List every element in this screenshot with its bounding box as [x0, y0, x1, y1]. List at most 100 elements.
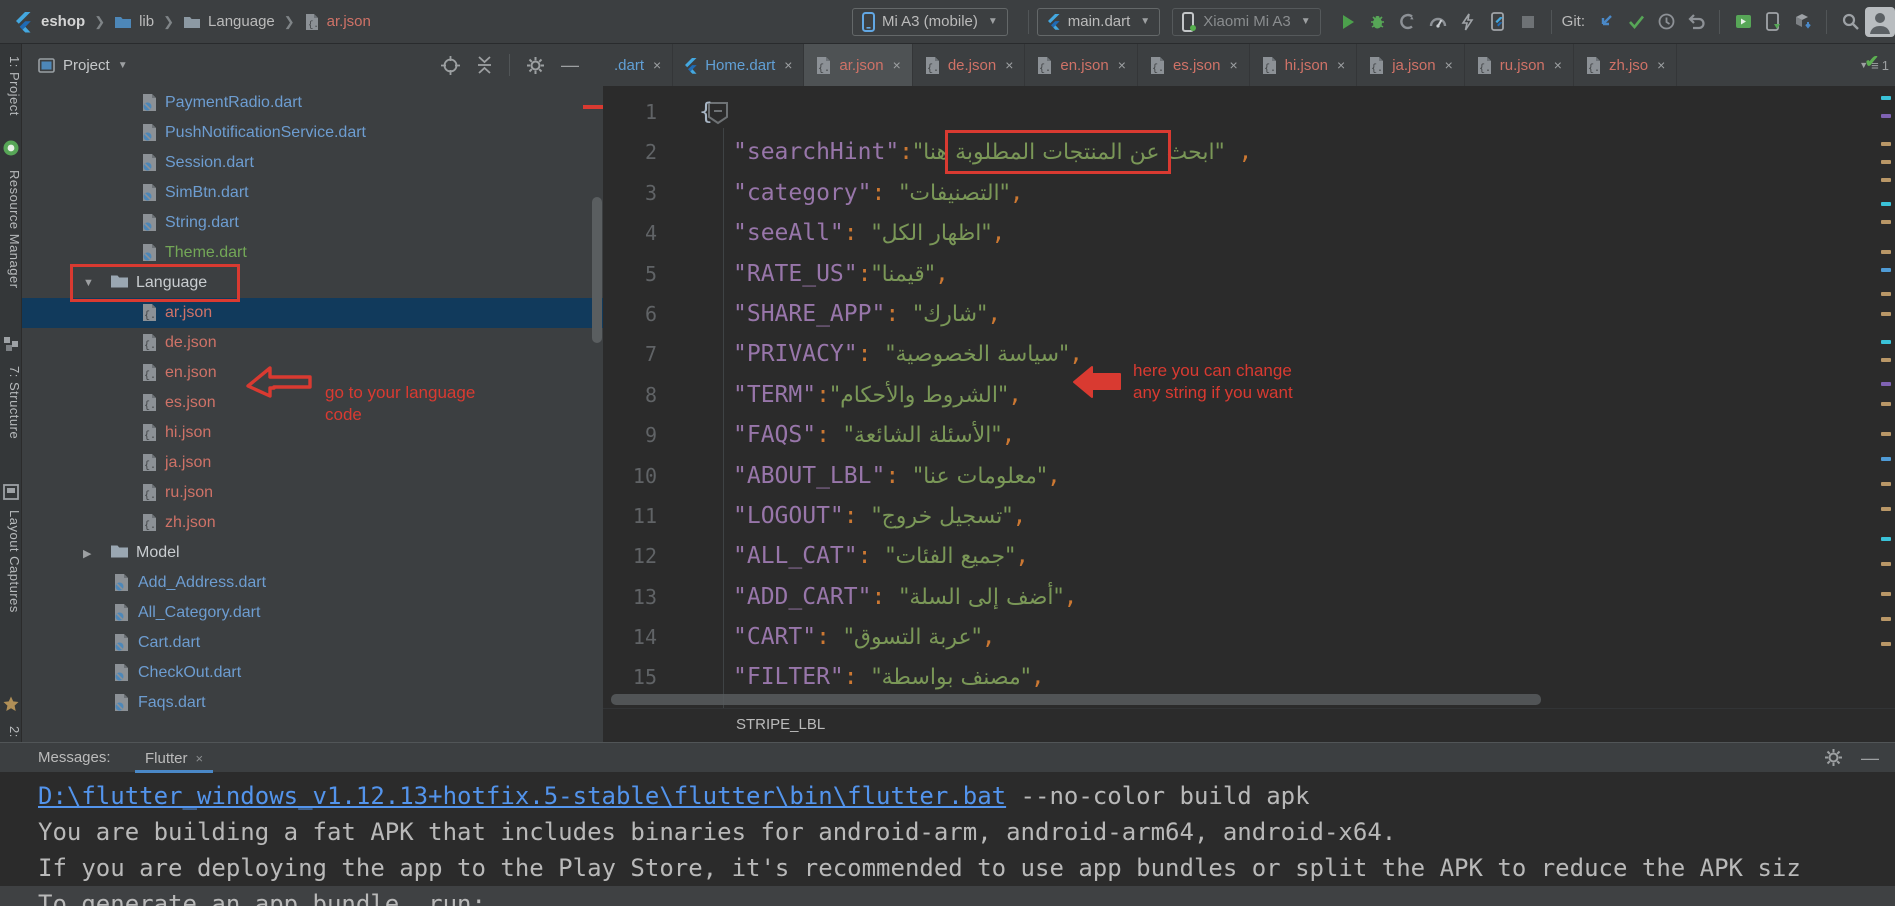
inspection-mark[interactable] [1881, 592, 1891, 596]
editor-tab-de-json[interactable]: {..}de.json× [913, 44, 1026, 86]
project-scrollbar[interactable] [592, 197, 602, 343]
close-icon[interactable]: × [1445, 57, 1453, 73]
inspection-mark[interactable] [1881, 432, 1891, 436]
close-icon[interactable]: × [1118, 57, 1126, 73]
inspection-mark[interactable] [1881, 537, 1891, 541]
console-file-link[interactable]: D:\flutter_windows_v1.12.13+hotfix.5-sta… [38, 782, 1006, 810]
tab-flutter[interactable]: Flutter × [135, 743, 213, 773]
settings-gear-icon[interactable] [1824, 748, 1843, 767]
rollback-button[interactable] [1681, 8, 1711, 36]
sdk-manager-button[interactable] [1788, 8, 1818, 36]
tool-tab-resource-manager[interactable]: Resource Manager [0, 170, 22, 289]
device-selector[interactable]: Mi A3 (mobile) ▼ [852, 8, 1008, 36]
project-panel-title[interactable]: Project [63, 57, 110, 74]
inspection-mark[interactable] [1881, 312, 1891, 316]
console-output[interactable]: D:\flutter_windows_v1.12.13+hotfix.5-sta… [0, 772, 1895, 906]
attach-debugger-button[interactable] [1483, 8, 1513, 36]
tool-tab-layout-captures[interactable]: Layout Captures [0, 510, 22, 613]
android-studio-icon[interactable] [3, 140, 19, 156]
inspection-mark[interactable] [1881, 402, 1891, 406]
inspection-mark[interactable] [1881, 178, 1891, 182]
code-line-9[interactable]: 9"FAQS": "الأسئلة الشائعة", [603, 415, 1895, 455]
editor-tab-zh-jso[interactable]: {..}zh.jso× [1574, 44, 1677, 86]
stop-button[interactable] [1513, 8, 1543, 36]
inspection-mark[interactable] [1881, 617, 1891, 621]
inspection-mark[interactable] [1881, 382, 1891, 386]
run-config-selector[interactable]: main.dart ▼ [1037, 8, 1160, 36]
layout-captures-icon[interactable] [3, 484, 19, 500]
close-icon[interactable]: × [1657, 57, 1665, 73]
tool-tab-structure[interactable]: 7: Structure [0, 366, 22, 439]
inspection-mark[interactable] [1881, 562, 1891, 566]
settings-gear-icon[interactable] [526, 56, 545, 75]
code-line-3[interactable]: 3"category": "التصنيفات", [603, 173, 1895, 213]
tree-item-de-json[interactable]: {..}de.json [22, 328, 603, 358]
tree-item-ja-json[interactable]: {..}ja.json [22, 448, 603, 478]
code-line-12[interactable]: 12"ALL_CAT": "جميع الفئات", [603, 536, 1895, 576]
inspections-ok-icon[interactable]: ✔ [1865, 52, 1879, 72]
tree-item-String-dart[interactable]: String.dart [22, 208, 603, 238]
inspection-mark[interactable] [1881, 202, 1891, 206]
search-everywhere-button[interactable] [1835, 8, 1865, 36]
avd-selector[interactable]: Xiaomi Mi A3 ▼ [1172, 8, 1320, 36]
editor-tab--dart[interactable]: .dart× [603, 44, 673, 86]
code-line-5[interactable]: 5"RATE_US":"قيمنا", [603, 254, 1895, 294]
close-icon[interactable]: × [1337, 57, 1345, 73]
build-variants-icon[interactable] [3, 336, 19, 352]
inspection-mark[interactable] [1881, 220, 1891, 224]
code-line-11[interactable]: 11"LOGOUT": "تسجيل خروج", [603, 496, 1895, 536]
inspection-mark[interactable] [1881, 114, 1891, 118]
close-icon[interactable]: × [1554, 57, 1562, 73]
chevron-collapsed-icon[interactable]: ▶ [83, 547, 91, 560]
breadcrumb-project[interactable]: eshop [41, 13, 85, 30]
profile-avatar[interactable] [1865, 8, 1895, 36]
inspection-mark[interactable] [1881, 482, 1891, 486]
git-commit-button[interactable] [1621, 8, 1651, 36]
inspection-mark[interactable] [1881, 340, 1891, 344]
inspection-mark[interactable] [1881, 142, 1891, 146]
code-area[interactable]: 1{2"searchHint":"ابحث عن المنتجات المطلو… [603, 92, 1895, 742]
inspection-mark[interactable] [1881, 250, 1891, 254]
run-button[interactable] [1333, 8, 1363, 36]
tree-item-zh-json[interactable]: {..}zh.json [22, 508, 603, 538]
tree-item-Faqs-dart[interactable]: Faqs.dart [22, 688, 603, 718]
code-line-6[interactable]: 6"SHARE_APP": "شارك", [603, 294, 1895, 334]
breadcrumb-language[interactable]: Language [208, 13, 275, 30]
inspection-mark[interactable] [1881, 268, 1891, 272]
tree-item-All_Category-dart[interactable]: All_Category.dart [22, 598, 603, 628]
tree-item-PaymentRadio-dart[interactable]: PaymentRadio.dart [22, 88, 603, 118]
inspection-mark[interactable] [1881, 358, 1891, 362]
inspection-mark[interactable] [1881, 160, 1891, 164]
editor-tab-ar-json[interactable]: {..}ar.json× [804, 44, 912, 86]
collapse-all-button[interactable] [476, 56, 493, 74]
tree-item-Model[interactable]: ▶Model [22, 538, 603, 568]
code-line-13[interactable]: 13"ADD_CART": "أضف إلى السلة", [603, 577, 1895, 617]
close-icon[interactable]: × [893, 57, 901, 73]
code-line-10[interactable]: 10"ABOUT_LBL": "معلومات عنا", [603, 456, 1895, 496]
device-manager-button[interactable] [1758, 8, 1788, 36]
code-line-2[interactable]: 2"searchHint":"ابحث عن المنتجات المطلوبة… [603, 132, 1895, 172]
editor-tab-es-json[interactable]: {..}es.json× [1138, 44, 1250, 86]
debug-button[interactable] [1363, 8, 1393, 36]
close-icon[interactable]: × [196, 751, 204, 766]
editor-tab-ja-json[interactable]: {..}ja.json× [1357, 44, 1465, 86]
editor-tab-hi-json[interactable]: {..}hi.json× [1250, 44, 1358, 86]
error-stripe[interactable] [1881, 84, 1893, 704]
editor-tab-ru-json[interactable]: {..}ru.json× [1465, 44, 1574, 86]
close-icon[interactable]: × [784, 57, 792, 73]
hide-panel-button[interactable]: — [1861, 748, 1879, 769]
tree-item-PushNotificationService-dart[interactable]: PushNotificationService.dart [22, 118, 603, 148]
git-update-button[interactable] [1591, 8, 1621, 36]
tree-item-Add_Address-dart[interactable]: Add_Address.dart [22, 568, 603, 598]
editor-tab-en-json[interactable]: {..}en.json× [1025, 44, 1138, 86]
code-line-4[interactable]: 4"seeAll": "اظهار الكل", [603, 213, 1895, 253]
inspection-mark[interactable] [1881, 292, 1891, 296]
editor-breadcrumb[interactable]: STRIPE_LBL [736, 716, 825, 733]
tree-item-ru-json[interactable]: {..}ru.json [22, 478, 603, 508]
run-anything-button[interactable] [1728, 8, 1758, 36]
code-line-14[interactable]: 14"CART": "عربة التسوق", [603, 617, 1895, 657]
code-line-15[interactable]: 15"FILTER": "مصنف بواسطة", [603, 657, 1895, 697]
hide-panel-button[interactable]: — [561, 55, 579, 76]
editor-tab-Home-dart[interactable]: Home.dart× [673, 44, 804, 86]
devtools-button[interactable] [1423, 8, 1453, 36]
